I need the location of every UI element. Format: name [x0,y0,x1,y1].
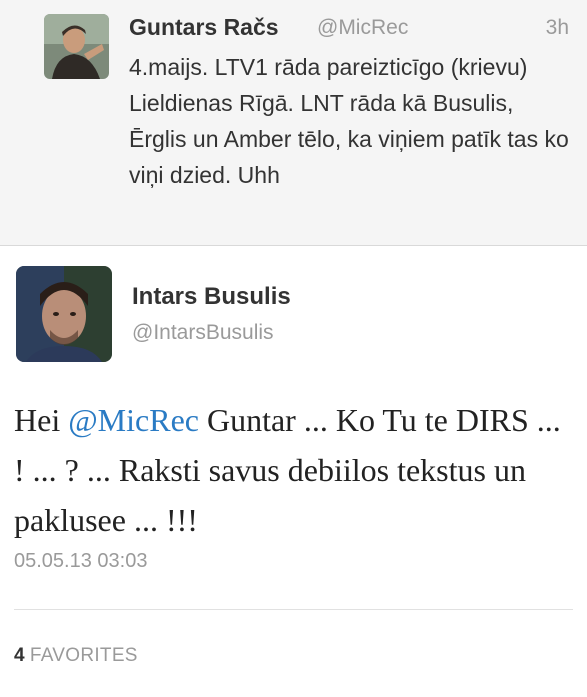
main-tweet-text: Hei @MicRec Guntar ... Ko Tu te DIRS ...… [14,395,579,545]
mention-link[interactable]: @MicRec [68,402,199,438]
favorites-number: 4 [14,645,25,666]
favorites-count[interactable]: 4 FAVORITES [14,645,138,667]
reply-tweet[interactable]: Guntars Račs @MicRec 3h 4.maijs. LTV1 rā… [0,0,587,246]
reply-author-handle[interactable]: @MicRec [317,16,408,40]
user-photo-avatar-icon [44,14,109,79]
tweet-text-start: Hei [14,402,69,438]
reply-author-avatar[interactable] [44,14,109,79]
reply-timestamp: 3h [545,16,569,39]
favorites-label: FAVORITES [29,645,138,666]
reply-tweet-text: 4.maijs. LTV1 rāda pareizticīgo (krievu)… [129,54,569,188]
main-author-handle[interactable]: @IntarsBusulis [132,321,274,345]
main-tweet: Intars Busulis @IntarsBusulis Hei @MicRe… [0,247,587,697]
main-author-name[interactable]: Intars Busulis [132,283,291,311]
main-author-avatar[interactable] [16,266,112,362]
user-photo-avatar-icon [16,266,112,362]
reply-author-name[interactable]: Guntars Račs [129,14,279,41]
tweet-timestamp: 05.05.13 03:03 [14,550,148,572]
divider [14,609,573,610]
